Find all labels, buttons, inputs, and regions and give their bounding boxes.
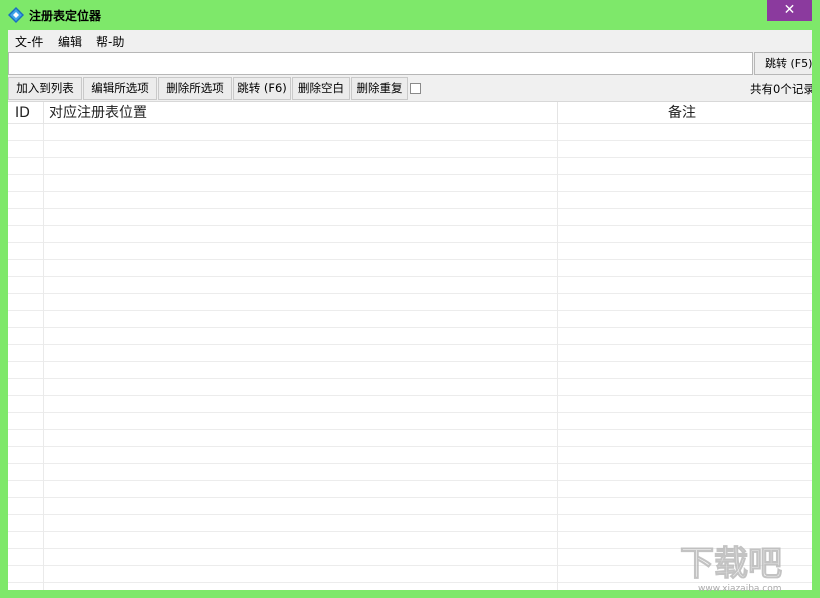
grid-line [557, 124, 558, 590]
delete-duplicate-button[interactable]: 删除重复 [351, 77, 408, 100]
column-header-note[interactable]: 备注 [668, 102, 696, 124]
delete-blank-button[interactable]: 删除空白 [292, 77, 350, 100]
list-header: ID 对应注册表位置 备注 [8, 102, 812, 124]
menu-file[interactable]: 文-件 [15, 33, 43, 50]
registry-list[interactable]: ID 对应注册表位置 备注 [8, 101, 812, 590]
window-title: 注册表定位器 [29, 9, 102, 23]
option-checkbox[interactable] [410, 83, 421, 94]
list-body[interactable] [8, 124, 812, 590]
add-to-list-button[interactable]: 加入到列表 [8, 77, 82, 100]
column-header-id[interactable]: ID [15, 102, 30, 124]
client-area: 文-件 编辑 帮-助 跳转 (F5) 加入到列表 编辑所选项 删除所选项 跳转 … [8, 30, 812, 590]
title-bar[interactable]: 注册表定位器 ✕ [0, 0, 820, 30]
close-button[interactable]: ✕ [767, 0, 812, 21]
column-header-location[interactable]: 对应注册表位置 [49, 102, 147, 124]
grid-line [43, 124, 44, 590]
edit-selected-button[interactable]: 编辑所选项 [83, 77, 157, 100]
jump-f5-button[interactable]: 跳转 (F5) [754, 52, 812, 75]
watermark-text: 下载吧 [680, 544, 782, 584]
site-watermark: 下载吧 www.xiazaiba.com [680, 544, 783, 595]
delete-selected-button[interactable]: 删除所选项 [158, 77, 232, 100]
watermark-url: www.xiazaiba.com [698, 584, 782, 594]
toolbar: 加入到列表 编辑所选项 删除所选项 跳转 (F6) 删除空白 删除重复 共有0个… [8, 76, 812, 101]
diamond-app-icon [8, 7, 24, 23]
menu-bar: 文-件 编辑 帮-助 [8, 30, 812, 51]
registry-path-input[interactable] [8, 52, 753, 75]
app-window: 注册表定位器 ✕ 文-件 编辑 帮-助 跳转 (F5) 加入到列表 编辑所选项 … [0, 0, 820, 598]
close-icon: ✕ [783, 2, 796, 18]
record-count: 共有0个记录 [750, 82, 812, 96]
column-divider[interactable] [557, 102, 558, 124]
jump-f6-button[interactable]: 跳转 (F6) [233, 77, 291, 100]
column-divider[interactable] [43, 102, 44, 124]
menu-edit[interactable]: 编辑 [58, 33, 82, 50]
menu-help[interactable]: 帮-助 [96, 33, 124, 50]
